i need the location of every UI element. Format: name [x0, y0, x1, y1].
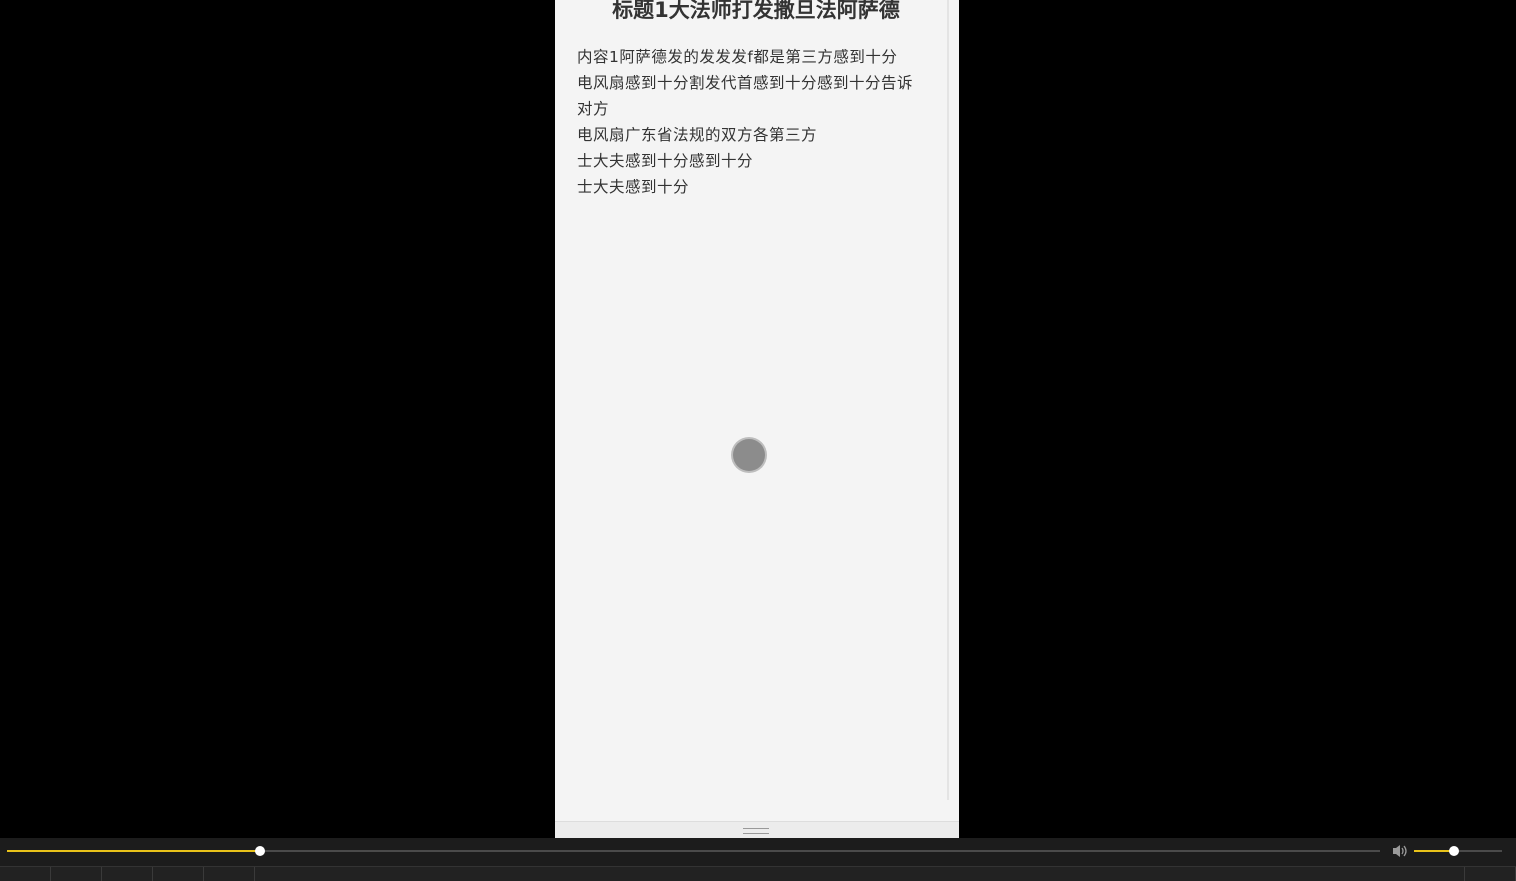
- content-scrollbar[interactable]: [947, 0, 955, 800]
- preview-stage: 标题1大法师打发撒旦法阿萨德 内容1阿萨德发的发发发f都是第三方感到十分 电风扇…: [0, 0, 1516, 838]
- timeline-segment[interactable]: [51, 867, 102, 881]
- timeline-segment[interactable]: [255, 867, 1465, 881]
- timeline-segment[interactable]: [0, 867, 51, 881]
- device-preview[interactable]: 标题1大法师打发撒旦法阿萨德 内容1阿萨德发的发发发f都是第三方感到十分 电风扇…: [555, 0, 959, 838]
- content-line: 电风扇感到十分割发代首感到十分感到十分告诉对方: [577, 74, 914, 118]
- content-line: 电风扇广东省法规的双方各第三方: [577, 126, 818, 144]
- touch-cursor-icon: [733, 439, 765, 471]
- resize-footer[interactable]: [555, 821, 959, 838]
- seek-progress: [7, 850, 260, 852]
- timeline-segment[interactable]: [204, 867, 255, 881]
- player-controlbar: [0, 838, 1516, 866]
- speaker-icon[interactable]: [1391, 843, 1409, 859]
- content-line: 内容1阿萨德发的发发发f都是第三方感到十分: [577, 48, 898, 66]
- timeline-segment[interactable]: [1465, 867, 1516, 881]
- timeline-segment[interactable]: [153, 867, 204, 881]
- timeline-strip: [0, 866, 1516, 881]
- volume-slider[interactable]: [1414, 846, 1502, 856]
- content-body: 内容1阿萨德发的发发发f都是第三方感到十分 电风扇感到十分割发代首感到十分感到十…: [577, 44, 921, 200]
- content-line: 士大夫感到十分: [577, 178, 690, 196]
- timeline-segment[interactable]: [102, 867, 153, 881]
- page-title: 标题1大法师打发撒旦法阿萨德: [612, 0, 900, 22]
- content-line: 士大夫感到十分感到十分: [577, 152, 754, 170]
- seek-bar[interactable]: [7, 846, 1380, 856]
- drag-handle-icon[interactable]: [743, 828, 769, 834]
- volume-handle[interactable]: [1448, 846, 1459, 856]
- seek-handle[interactable]: [254, 846, 265, 856]
- volume-level: [1414, 850, 1454, 852]
